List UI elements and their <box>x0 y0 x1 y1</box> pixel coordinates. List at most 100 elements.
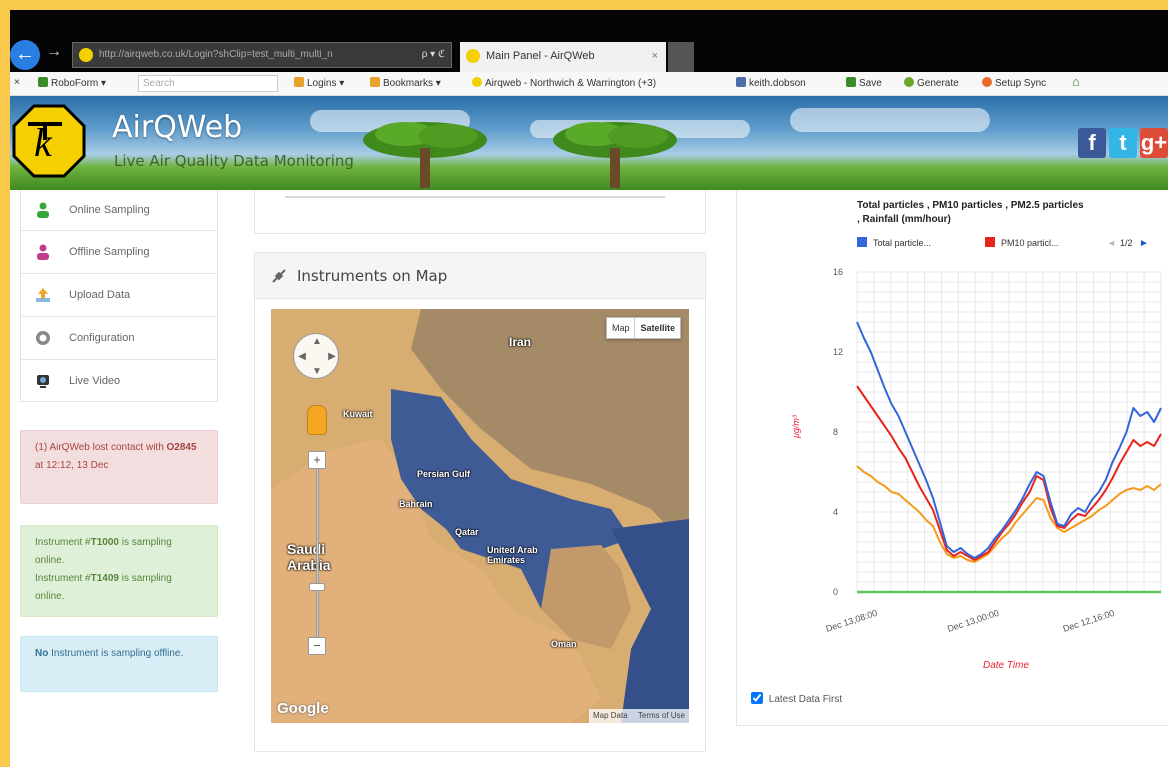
roboform-menu[interactable]: RoboForm ▾ <box>38 77 106 89</box>
alert-text: Instrument # <box>35 573 91 584</box>
setup-sync-button[interactable]: Setup Sync <box>982 77 1046 89</box>
site-header: k AirQWeb Live Air Quality Data Monitori… <box>10 96 1168 190</box>
street-view-pegman-icon[interactable] <box>307 405 327 435</box>
map-label-qatar: Qatar <box>455 527 479 537</box>
main-content: Online Sampling Offline Sampling Upload … <box>10 190 1168 767</box>
tab-close-icon[interactable]: × <box>652 42 658 70</box>
airqweb-icon <box>472 77 482 87</box>
alert-online-instruments: Instrument #T1000 is sampling online. In… <box>20 525 218 617</box>
alert-line: Instrument #T1000 is sampling online. <box>35 534 203 570</box>
logins-menu[interactable]: Logins ▾ <box>294 77 344 89</box>
zoom-in-button[interactable]: + <box>308 451 326 469</box>
legend-entry[interactable]: Total particle... <box>873 238 931 248</box>
webcam-icon <box>37 375 49 388</box>
map-type-map-button[interactable]: Map <box>607 318 635 338</box>
generate-icon <box>904 77 914 87</box>
legend-swatch <box>857 237 867 247</box>
save-icon <box>846 77 856 87</box>
legend-entry[interactable]: PM10 particl... <box>1001 238 1059 248</box>
address-search-icon[interactable]: ρ ▾ ℭ <box>422 43 445 67</box>
social-links: f t g+ <box>1075 128 1168 162</box>
y-tick-label: 12 <box>833 347 843 357</box>
map-type-satellite-button[interactable]: Satellite <box>634 318 680 338</box>
sidebar-item-online-sampling[interactable]: Online Sampling <box>21 190 217 230</box>
latest-first-checkbox-label[interactable]: Latest Data First <box>751 692 842 705</box>
legend-prev-icon[interactable]: ◄ <box>1107 238 1116 248</box>
latest-first-label: Latest Data First <box>768 694 843 705</box>
favbar-close-icon[interactable]: × <box>14 77 20 88</box>
top-panel <box>254 190 706 234</box>
airqweb-link-label: Airqweb - Northwich & Warrington (+3) <box>485 78 657 89</box>
alert-lost-contact: (1) AirQWeb lost contact with O2845 at 1… <box>20 430 218 504</box>
browser-window: ← → http://airqweb.co.uk/Login?shClip=te… <box>10 10 1168 767</box>
terms-of-use-link[interactable]: Terms of Use <box>634 711 689 720</box>
alert-offline-instruments: No Instrument is sampling offline. <box>20 636 218 692</box>
google-logo[interactable]: Google <box>277 700 329 717</box>
forward-arrow-icon[interactable]: → <box>46 43 62 61</box>
map-attribution: Map Data Terms of Use <box>588 709 689 723</box>
alert-instrument-id[interactable]: T1000 <box>91 537 119 548</box>
legend-swatch <box>985 237 995 247</box>
new-tab-button[interactable] <box>668 42 694 72</box>
google-plus-icon[interactable]: g+ <box>1140 128 1168 158</box>
roboform-search-input[interactable]: Search <box>138 75 278 92</box>
pan-down-icon[interactable]: ▼ <box>312 366 322 377</box>
save-button[interactable]: Save <box>846 77 882 89</box>
pan-control[interactable]: ▲ ▼ ◀ ▶ <box>293 333 339 379</box>
airqweb-bookmark-link[interactable]: Airqweb - Northwich & Warrington (+3) <box>472 77 656 89</box>
sidebar-item-label: Online Sampling <box>69 204 150 216</box>
airqweb-logo[interactable]: k <box>12 104 86 178</box>
alert-text: (1) AirQWeb lost contact with <box>35 442 164 453</box>
y-tick-label: 8 <box>833 427 838 437</box>
sidebar-item-offline-sampling[interactable]: Offline Sampling <box>21 230 217 273</box>
pan-left-icon[interactable]: ◀ <box>297 351 307 362</box>
zoom-slider-track[interactable] <box>316 459 319 639</box>
back-arrow-icon[interactable]: ← <box>10 40 40 70</box>
user-button[interactable]: keith.dobson <box>736 77 806 89</box>
tab-title: Main Panel - AirQWeb <box>486 50 595 62</box>
zoom-slider-thumb[interactable] <box>309 583 325 591</box>
person-green-icon <box>37 202 49 218</box>
bookmarks-icon <box>370 77 380 87</box>
map-data-link[interactable]: Map Data <box>589 711 632 720</box>
favorites-bar: × RoboForm ▾ Search Logins ▾ Bookmarks ▾… <box>10 72 1168 96</box>
address-bar[interactable]: http://airqweb.co.uk/Login?shClip=test_m… <box>72 42 452 68</box>
twitter-icon[interactable]: t <box>1109 128 1137 158</box>
setup-sync-label: Setup Sync <box>995 78 1047 89</box>
sidebar-item-live-video[interactable]: Live Video <box>21 359 217 402</box>
sidebar-item-configuration[interactable]: Configuration <box>21 316 217 359</box>
chart-title: , Rainfall (mm/hour) <box>857 214 951 225</box>
browser-titlebar: ← → http://airqweb.co.uk/Login?shClip=te… <box>10 10 1168 72</box>
map-panel-heading: Instruments on Map <box>255 253 705 299</box>
chart-title: Total particles , PM10 particles , PM2.5… <box>857 200 1084 211</box>
y-tick-label: 16 <box>833 267 843 277</box>
pan-right-icon[interactable]: ▶ <box>327 351 337 362</box>
legend-next-icon[interactable]: ► <box>1139 238 1149 249</box>
alert-instrument-id[interactable]: T1409 <box>91 573 119 584</box>
alert-text: at 12:12, 13 Dec <box>35 460 109 471</box>
zoom-out-button[interactable]: − <box>308 637 326 655</box>
pan-up-icon[interactable]: ▲ <box>312 336 322 347</box>
save-label: Save <box>859 78 882 89</box>
bookmarks-menu[interactable]: Bookmarks ▾ <box>370 77 441 89</box>
satellite-map[interactable]: Iran Kuwait Persian Gulf Bahrain Qatar U… <box>271 309 689 723</box>
address-url: http://airqweb.co.uk/Login?shClip=test_m… <box>99 49 333 60</box>
alert-bold: No <box>35 648 49 659</box>
roboform-label: RoboForm ▾ <box>51 78 107 89</box>
roboform-icon <box>38 77 48 87</box>
latest-first-checkbox[interactable] <box>751 692 763 704</box>
sidebar-nav: Online Sampling Offline Sampling Upload … <box>20 190 218 402</box>
sidebar-item-label: Offline Sampling <box>69 246 150 258</box>
bookmarks-label: Bookmarks ▾ <box>383 78 441 89</box>
horizontal-scrollbar[interactable] <box>285 196 665 198</box>
map-label-persian-gulf: Persian Gulf <box>417 469 471 479</box>
home-icon[interactable]: ⌂ <box>1072 74 1080 89</box>
generate-button[interactable]: Generate <box>904 77 959 89</box>
facebook-icon[interactable]: f <box>1078 128 1106 158</box>
alert-instrument-id[interactable]: O2845 <box>167 442 197 453</box>
tab-main-panel[interactable]: Main Panel - AirQWeb × <box>460 42 666 72</box>
sidebar-item-upload-data[interactable]: Upload Data <box>21 273 217 316</box>
logins-label: Logins ▾ <box>307 78 345 89</box>
map-label-kuwait: Kuwait <box>343 409 373 419</box>
site-name[interactable]: AirQWeb <box>112 110 242 145</box>
